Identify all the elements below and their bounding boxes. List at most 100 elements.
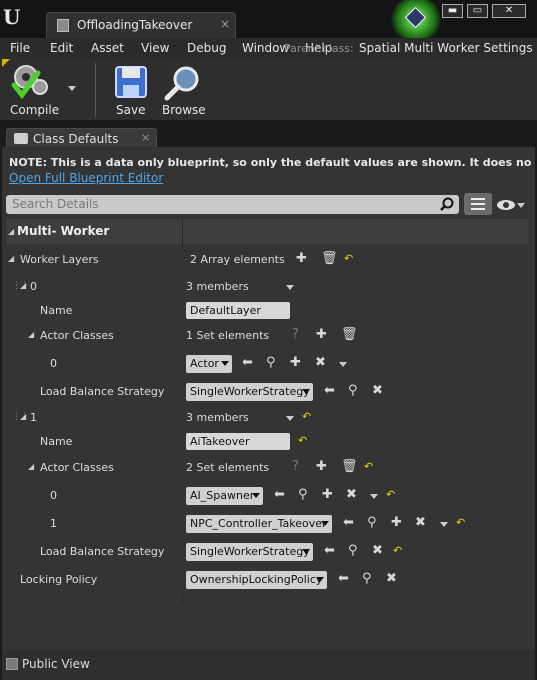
reset-to-default-icon[interactable]: ↶: [456, 516, 465, 530]
element-index: 0: [50, 357, 57, 370]
source-control-glow-icon[interactable]: [388, 0, 444, 40]
save-button[interactable]: [114, 65, 148, 102]
prop-label: Name: [40, 435, 73, 448]
prop-value: 2 Array elements: [190, 253, 285, 266]
browse-magnifier-icon[interactable]: ⚲: [266, 356, 276, 370]
row-actor-class-1-1: 1 NPC_Controller_Takeover ⬅ ⚲ ✚ ✖ ↶: [6, 510, 528, 538]
insert-icon[interactable]: ✚: [322, 488, 333, 502]
trash-icon[interactable]: 🗑: [321, 252, 338, 266]
compile-label[interactable]: Compile: [10, 103, 59, 117]
name-field[interactable]: AiTakeover: [186, 433, 290, 450]
expand-triangle-icon[interactable]: ◢: [8, 254, 14, 263]
clear-icon[interactable]: ✖: [372, 384, 383, 398]
compile-button[interactable]: [10, 63, 54, 106]
trash-icon[interactable]: 🗑: [341, 328, 358, 342]
class-picker-combo[interactable]: AI_Spawner: [186, 487, 263, 505]
save-label[interactable]: Save: [116, 103, 145, 117]
browse-magnifier-icon[interactable]: ⚲: [362, 572, 372, 586]
close-window-button[interactable]: ✕: [492, 4, 526, 18]
row-actor-classes-0: ◢ Actor Classes 1 Set elements ? ✚ 🗑: [6, 322, 528, 350]
category-label: Multi- Worker: [17, 224, 110, 238]
open-full-editor-link[interactable]: Open Full Blueprint Editor: [9, 171, 163, 185]
clear-icon[interactable]: ✖: [372, 544, 383, 558]
reset-to-default-icon[interactable]: ↶: [298, 434, 307, 448]
menu-file[interactable]: File: [10, 41, 30, 55]
add-element-icon[interactable]: ✚: [316, 460, 327, 474]
browse-magnifier-icon[interactable]: ⚲: [298, 488, 308, 502]
add-element-icon[interactable]: ✚: [316, 328, 327, 342]
help-icon[interactable]: ?: [292, 328, 299, 342]
parent-class-label: Parent class:: [284, 42, 354, 55]
menu-debug[interactable]: Debug: [187, 41, 226, 55]
clear-icon[interactable]: ✖: [346, 488, 357, 502]
add-element-icon[interactable]: ✚: [296, 252, 307, 266]
expand-triangle-icon[interactable]: ◢: [28, 330, 34, 339]
menu-view[interactable]: View: [141, 41, 169, 55]
element-options-chevron-icon[interactable]: [370, 494, 378, 499]
expand-triangle-icon[interactable]: ◢: [20, 412, 26, 421]
trash-icon[interactable]: 🗑: [341, 460, 358, 474]
reset-to-default-icon[interactable]: ↶: [393, 544, 402, 558]
menu-edit[interactable]: Edit: [50, 41, 73, 55]
insert-icon[interactable]: ✚: [290, 356, 301, 370]
element-index: 1: [50, 517, 57, 530]
use-selected-arrow-icon[interactable]: ⬅: [324, 384, 335, 398]
browse-button[interactable]: [164, 65, 202, 104]
parent-class-link[interactable]: Spatial Multi Worker Settings: [359, 41, 533, 55]
browse-label[interactable]: Browse: [162, 103, 206, 117]
toolbar-separator: [95, 63, 96, 117]
locking-policy-combo[interactable]: OwnershipLockingPolicy: [186, 571, 327, 589]
use-selected-arrow-icon[interactable]: ⬅: [274, 488, 285, 502]
clear-icon[interactable]: ✖: [415, 516, 426, 530]
strategy-combo[interactable]: SingleWorkerStrategy: [186, 543, 313, 561]
clear-icon[interactable]: ✖: [386, 572, 397, 586]
use-selected-arrow-icon[interactable]: ⬅: [343, 516, 354, 530]
maximize-button[interactable]: ▭: [467, 4, 488, 18]
element-options-chevron-icon[interactable]: [286, 416, 294, 421]
corner-marker-icon: [2, 59, 10, 67]
public-view-checkbox[interactable]: [6, 658, 18, 670]
use-selected-arrow-icon[interactable]: ⬅: [242, 356, 253, 370]
name-field[interactable]: DefaultLayer: [186, 302, 290, 319]
reset-to-default-icon[interactable]: ↶: [344, 252, 353, 266]
prop-label: Actor Classes: [40, 329, 114, 342]
tab-class-defaults[interactable]: Class Defaults ×: [6, 128, 157, 148]
browse-magnifier-icon[interactable]: ⚲: [348, 544, 358, 558]
public-view-label[interactable]: Public View: [22, 657, 90, 671]
reset-to-default-icon[interactable]: ↶: [386, 488, 395, 502]
expand-triangle-icon[interactable]: ◢: [28, 462, 34, 471]
browse-magnifier-icon[interactable]: ⚲: [367, 516, 377, 530]
strategy-combo[interactable]: SingleWorkerStrategy: [186, 383, 313, 401]
prop-label: Name: [40, 304, 73, 317]
tab-close-icon[interactable]: ×: [220, 17, 230, 31]
menu-window[interactable]: Window: [242, 41, 289, 55]
help-icon[interactable]: ?: [292, 460, 299, 474]
asset-tab[interactable]: OffloadingTakeover ×: [46, 12, 236, 38]
expand-triangle-icon[interactable]: ◢: [20, 281, 26, 290]
menu-asset[interactable]: Asset: [91, 41, 124, 55]
collapse-triangle-icon[interactable]: ◢: [8, 227, 14, 236]
element-options-chevron-icon[interactable]: [339, 362, 347, 367]
combo-value: AI_Spawner: [190, 489, 255, 502]
view-options-grid-button[interactable]: [464, 193, 492, 215]
insert-icon[interactable]: ✚: [391, 516, 402, 530]
browse-magnifier-icon[interactable]: ⚲: [348, 384, 358, 398]
use-selected-arrow-icon[interactable]: ⬅: [324, 544, 335, 558]
menu-bar: File Edit Asset View Debug Window Help P…: [0, 38, 537, 59]
clear-icon[interactable]: ✖: [315, 356, 326, 370]
reset-to-default-icon[interactable]: ↶: [302, 410, 311, 424]
class-picker-combo[interactable]: Actor: [186, 355, 232, 373]
element-options-chevron-icon[interactable]: [286, 285, 294, 290]
element-options-chevron-icon[interactable]: [440, 522, 448, 527]
compile-options-chevron-icon[interactable]: [68, 86, 76, 91]
search-details-input[interactable]: Search Details: [6, 195, 459, 214]
class-picker-combo[interactable]: NPC_Controller_Takeover: [186, 515, 332, 533]
row-actor-classes-1: ◢ Actor Classes 2 Set elements ? ✚ 🗑 ↶: [6, 454, 528, 482]
tab-close-icon[interactable]: ×: [141, 131, 150, 144]
minimize-button[interactable]: ▬: [442, 4, 463, 18]
use-selected-arrow-icon[interactable]: ⬅: [338, 572, 349, 586]
prop-label: Actor Classes: [40, 461, 114, 474]
category-multi-worker[interactable]: ◢ Multi- Worker: [6, 219, 528, 244]
reset-to-default-icon[interactable]: ↶: [364, 460, 373, 474]
visibility-options-button[interactable]: [496, 197, 526, 213]
